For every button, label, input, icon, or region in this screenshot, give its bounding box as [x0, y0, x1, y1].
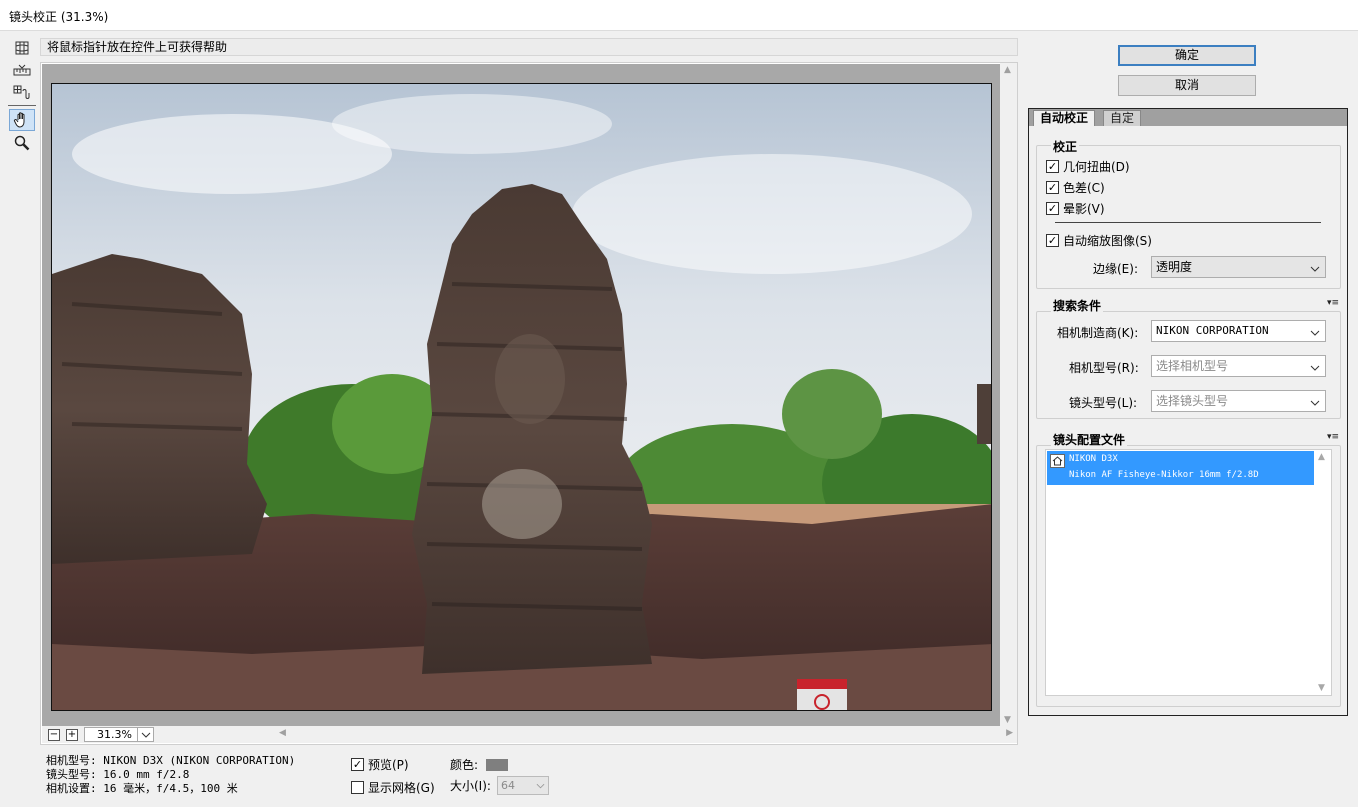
lens-model-placeholder: 选择镜头型号 — [1156, 394, 1229, 408]
chromatic-aberration-checkbox[interactable]: ✓ — [1046, 181, 1059, 194]
geometric-distortion-label: 几何扭曲(D) — [1063, 160, 1130, 174]
move-grid-icon[interactable] — [9, 82, 35, 104]
grid-checkbox-row[interactable]: 显示网格(G) — [351, 779, 435, 796]
vignette-checkbox[interactable]: ✓ — [1046, 202, 1059, 215]
preview-label: 预览(P) — [368, 758, 409, 772]
preview-horizontal-scrollbar[interactable]: − + 31.3% ◀ ▶ — [42, 726, 1017, 743]
auto-scale-checkbox[interactable]: ✓ — [1046, 234, 1059, 247]
vignette-label: 晕影(V) — [1063, 202, 1105, 216]
help-bar: 将鼠标指针放在控件上可获得帮助 — [40, 38, 1018, 56]
profile-lens: Nikon AF Fisheye-Nikkor 16mm f/2.8D — [1069, 470, 1259, 480]
preview-image — [51, 83, 992, 711]
camera-make-label: 相机制造商(K): — [1057, 326, 1139, 340]
chevron-down-icon — [1310, 324, 1320, 344]
cancel-button[interactable]: 取消 — [1118, 75, 1256, 96]
home-icon — [1050, 454, 1065, 468]
window-title: 镜头校正 (31.3%) — [9, 10, 109, 24]
size-label: 大小(I): — [450, 779, 491, 793]
grid-size-row: 大小(I): 64 — [450, 776, 549, 795]
camera-make-value: NIKON CORPORATION — [1156, 324, 1269, 337]
zoom-icon[interactable] — [9, 132, 35, 154]
distortion-tool-icon[interactable] — [9, 37, 35, 59]
tab-auto-correction[interactable]: 自动校正 — [1033, 110, 1096, 126]
camera-info: 相机型号: NIKON D3X (NIKON CORPORATION) 镜头型号… — [46, 754, 295, 796]
straighten-tool-icon[interactable] — [9, 60, 35, 82]
lens-model-label: 镜头型号(L): — [1069, 396, 1138, 410]
auto-scale-row[interactable]: ✓ 自动缩放图像(S) — [1046, 232, 1152, 249]
search-menu-icon[interactable]: ▾≡ — [1327, 298, 1339, 308]
profiles-menu-icon[interactable]: ▾≡ — [1327, 432, 1339, 442]
chevron-down-icon — [1310, 260, 1320, 280]
zoom-level-input[interactable]: 31.3% — [84, 727, 138, 742]
zoom-dropdown-button[interactable] — [138, 727, 154, 742]
profiles-list[interactable]: NIKON D3X Nikon AF Fisheye-Nikkor 16mm f… — [1045, 449, 1332, 696]
edge-label: 边缘(E): — [1093, 262, 1138, 276]
grid-size-select[interactable]: 64 — [496, 776, 549, 795]
auto-scale-label: 自动缩放图像(S) — [1063, 234, 1152, 248]
scroll-down-icon[interactable]: ▼ — [1318, 683, 1325, 693]
preview-checkbox-row[interactable]: ✓ 预览(P) — [351, 756, 409, 773]
lens-model-select[interactable]: 选择镜头型号 — [1151, 390, 1326, 412]
chevron-down-icon — [141, 732, 150, 738]
preview-frame: ▲ ▼ − + 31.3% ◀ ▶ — [40, 62, 1018, 745]
geometric-distortion-checkbox[interactable]: ✓ — [1046, 160, 1059, 173]
grid-color-swatch[interactable] — [486, 758, 509, 771]
chromatic-aberration-label: 色差(C) — [1063, 181, 1105, 195]
preview-canvas[interactable] — [42, 64, 1000, 728]
profile-camera: NIKON D3X — [1069, 454, 1118, 464]
hand-icon[interactable] — [9, 109, 35, 131]
preview-checkbox[interactable]: ✓ — [351, 758, 364, 771]
scroll-up-icon[interactable]: ▲ — [1318, 452, 1325, 462]
geometric-distortion-row[interactable]: ✓ 几何扭曲(D) — [1046, 158, 1130, 175]
profiles-title: 镜头配置文件 — [1051, 431, 1128, 448]
camera-model-select[interactable]: 选择相机型号 — [1151, 355, 1326, 377]
list-item[interactable]: NIKON D3X Nikon AF Fisheye-Nikkor 16mm f… — [1047, 451, 1314, 485]
chromatic-aberration-row[interactable]: ✓ 色差(C) — [1046, 179, 1105, 196]
edge-select[interactable]: 透明度 — [1151, 256, 1326, 278]
grid-checkbox[interactable] — [351, 781, 364, 794]
correction-title: 校正 — [1051, 138, 1080, 155]
scroll-up-icon[interactable]: ▲ — [1004, 65, 1011, 75]
chevron-down-icon — [1310, 359, 1320, 379]
preview-vertical-scrollbar[interactable]: ▲ ▼ — [1000, 63, 1017, 727]
zoom-in-button[interactable]: + — [66, 728, 78, 741]
grid-label: 显示网格(G) — [368, 781, 435, 795]
camera-settings-text: 相机设置: 16 毫米，f/4.5，100 米 — [46, 782, 238, 795]
settings-panel: 自动校正 自定 校正 ✓ 几何扭曲(D) ✓ 色差(C) ✓ 晕影(V) ✓ 自… — [1028, 108, 1348, 716]
search-title: 搜索条件 — [1051, 297, 1104, 314]
zoom-out-button[interactable]: − — [48, 728, 60, 741]
chevron-down-icon — [1310, 394, 1320, 414]
vignette-row[interactable]: ✓ 晕影(V) — [1046, 200, 1105, 217]
chevron-down-icon — [536, 783, 545, 788]
lens-model-text: 镜头型号: 16.0 mm f/2.8 — [46, 768, 190, 781]
color-label: 颜色: — [450, 758, 479, 772]
scroll-left-icon[interactable]: ◀ — [279, 728, 286, 738]
camera-model-placeholder: 选择相机型号 — [1156, 359, 1229, 373]
title-bar: 镜头校正 (31.3%) — [0, 0, 1358, 31]
zoom-control: − + 31.3% — [42, 726, 154, 743]
tab-custom[interactable]: 自定 — [1103, 110, 1142, 126]
tool-separator — [8, 105, 36, 106]
scroll-right-icon[interactable]: ▶ — [1006, 728, 1013, 738]
ok-button[interactable]: 确定 — [1118, 45, 1256, 66]
camera-make-select[interactable]: NIKON CORPORATION — [1151, 320, 1326, 342]
camera-model-label: 相机型号(R): — [1069, 361, 1139, 375]
edge-value: 透明度 — [1156, 260, 1193, 274]
camera-model-text: 相机型号: NIKON D3X (NIKON CORPORATION) — [46, 754, 296, 767]
grid-size-value: 64 — [500, 779, 515, 792]
tab-bar: 自动校正 自定 — [1029, 109, 1347, 126]
correction-divider — [1055, 222, 1321, 223]
scroll-down-icon[interactable]: ▼ — [1004, 715, 1011, 725]
profiles-scrollbar[interactable]: ▲ ▼ — [1314, 450, 1331, 695]
grid-color-row: 颜色: — [450, 756, 509, 773]
